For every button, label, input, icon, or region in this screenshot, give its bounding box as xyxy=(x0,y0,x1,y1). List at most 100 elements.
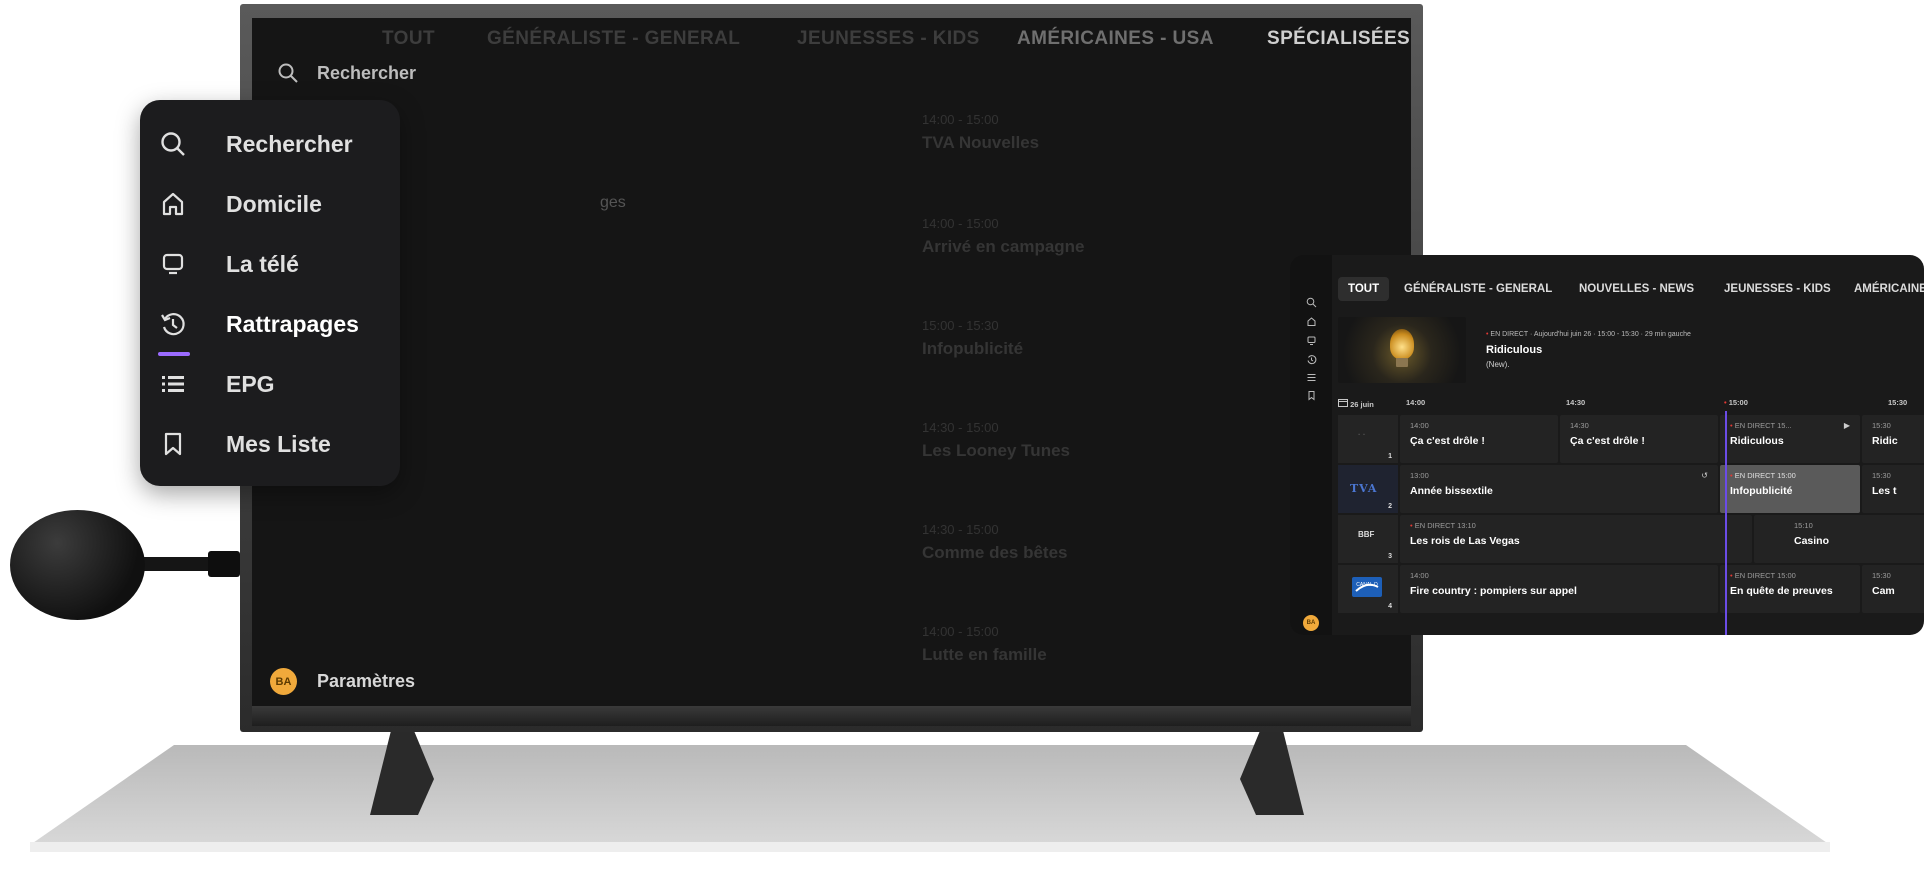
nav-item-epg[interactable]: EPG xyxy=(158,364,275,404)
tab-generaliste[interactable]: GÉNÉRALISTE - GENERAL xyxy=(487,28,740,50)
channel-logo-text: CANAL D xyxy=(1356,582,1378,588)
program-title: Les Looney Tunes xyxy=(922,441,1070,460)
program-title: Année bissextile xyxy=(1410,485,1493,497)
nav-label: Mes Liste xyxy=(226,430,331,457)
lightbulb-base xyxy=(1396,358,1408,367)
nav-label: Rechercher xyxy=(226,130,353,157)
channel-cell[interactable]: BBF 3 xyxy=(1338,515,1398,563)
program-time: • EN DIRECT 13:10 xyxy=(1410,521,1742,530)
program-time: 14:00 - 15:00 xyxy=(922,112,999,127)
program-cell-live[interactable]: • EN DIRECT 15... Ridiculous ▶ xyxy=(1720,415,1860,463)
channel-row: BBF 3 • EN DIRECT 13:10 Les rois de Las V… xyxy=(1338,515,1924,563)
epg-tab-americaine[interactable]: AMÉRICAINE xyxy=(1844,277,1924,301)
program-cell[interactable]: 14:00 Ça c'est drôle ! xyxy=(1400,415,1558,463)
program-row: 14:00 - 15:00 Lutte en famille xyxy=(922,624,1322,665)
timeline-tick: 14:00 xyxy=(1406,398,1426,407)
program-title: Ridic xyxy=(1872,435,1898,447)
program-title: Ça c'est drôle ! xyxy=(1570,435,1645,447)
channel-cell[interactable]: CANAL D 4 xyxy=(1338,565,1398,613)
list-icon[interactable] xyxy=(1290,370,1332,384)
program-cell[interactable]: 15:10 Casino xyxy=(1754,515,1924,563)
epg-tab-jeunesses[interactable]: JEUNESSES - KIDS xyxy=(1714,277,1841,301)
tab-americaines[interactable]: AMÉRICAINES - USA xyxy=(1017,28,1214,50)
search-icon xyxy=(158,129,188,159)
nav-item-domicile[interactable]: Domicile xyxy=(158,184,322,224)
home-icon[interactable] xyxy=(1290,314,1332,328)
hero-subtitle: (New). xyxy=(1486,360,1510,369)
program-cell-live[interactable]: • EN DIRECT 15:00 En quête de preuves xyxy=(1720,565,1860,613)
nav-item-rattrapages[interactable]: Rattrapages xyxy=(158,304,359,344)
channel-cell[interactable]: TVA 2 xyxy=(1338,465,1398,513)
current-time-indicator xyxy=(1725,411,1727,635)
channel-logo-tva: TVA xyxy=(1350,482,1378,495)
nav-label: Rattrapages xyxy=(226,310,359,337)
program-row: 14:00 - 15:00 TVA Nouvelles xyxy=(922,112,1322,153)
replay-icon[interactable]: ↺ xyxy=(1701,471,1708,480)
program-cell[interactable]: 14:00 Fire country : pompiers sur appel xyxy=(1400,565,1718,613)
hdmi-plug xyxy=(208,551,240,577)
program-title: TVA Nouvelles xyxy=(922,133,1040,152)
tv-icon[interactable] xyxy=(1290,333,1332,347)
nav-label: EPG xyxy=(226,370,275,397)
program-time: 13:00 xyxy=(1410,471,1429,480)
tv-bezel-bottom xyxy=(252,706,1411,726)
program-time: 14:00 - 15:00 xyxy=(922,624,999,639)
program-time-text: EN DIRECT 15:00 xyxy=(1734,571,1796,580)
program-cell[interactable]: 15:30 Cam xyxy=(1862,565,1924,613)
avatar: BA xyxy=(270,668,297,695)
nav-item-rechercher[interactable]: Rechercher xyxy=(158,124,353,164)
program-cell-selected[interactable]: • EN DIRECT 15:00 Infopublicité xyxy=(1720,465,1860,513)
tv-category-tabs: TOUT GÉNÉRALISTE - GENERAL JEUNESSES - K… xyxy=(252,18,1411,66)
program-cell[interactable]: 14:30 Ça c'est drôle ! xyxy=(1560,415,1718,463)
program-cell-live[interactable]: • EN DIRECT 13:10 Les rois de Las Vegas xyxy=(1400,515,1752,563)
program-time-text: EN DIRECT 15... xyxy=(1734,421,1792,430)
channel-number: 1 xyxy=(1388,453,1392,460)
channel-logo: · · xyxy=(1358,430,1366,439)
channel-number: 3 xyxy=(1388,553,1392,560)
program-time: 14:00 xyxy=(1410,571,1429,580)
tab-specialisees[interactable]: SPÉCIALISÉES xyxy=(1267,28,1410,50)
program-time: 14:30 xyxy=(1570,421,1589,430)
history-icon[interactable] xyxy=(1290,352,1332,366)
hero-title: Ridiculous xyxy=(1486,344,1543,356)
program-row: 15:00 - 15:30 Infopublicité xyxy=(922,318,1322,359)
nav-item-mes-liste[interactable]: Mes Liste xyxy=(158,424,331,464)
avatar[interactable]: BA xyxy=(1303,615,1319,631)
date-picker[interactable]: 26 juin xyxy=(1338,398,1374,409)
play-icon[interactable]: ▶ xyxy=(1844,421,1850,430)
program-title: Cam xyxy=(1872,585,1895,597)
channel-number: 4 xyxy=(1388,603,1392,610)
search-icon[interactable] xyxy=(1290,295,1332,309)
nav-label: Domicile xyxy=(226,190,322,217)
bookmark-icon[interactable] xyxy=(1290,388,1332,402)
program-cell[interactable]: 15:30 Les t xyxy=(1862,465,1924,513)
channel-cell[interactable]: · · 1 xyxy=(1338,415,1398,463)
epg-tab-tout[interactable]: TOUT xyxy=(1338,277,1390,301)
hero-meta-text: Aujourd'hui juin 26 · 15:00 - 15:30 · 29… xyxy=(1533,331,1691,338)
tv-icon xyxy=(158,249,188,279)
program-title: Casino xyxy=(1794,535,1830,547)
program-time: • EN DIRECT 15... xyxy=(1730,421,1850,430)
featured-program[interactable]: • EN DIRECT · Aujourd'hui juin 26 · 15:0… xyxy=(1338,317,1924,383)
timeline-tick: 15:30 xyxy=(1888,398,1908,407)
channel-row: CANAL D 4 14:00 Fire country : pompiers s… xyxy=(1338,565,1924,613)
epg-tab-generaliste[interactable]: GÉNÉRALISTE - GENERAL xyxy=(1394,277,1562,301)
program-cell[interactable]: 13:00 Année bissextile ↺ xyxy=(1400,465,1718,513)
tv-search[interactable]: Rechercher xyxy=(277,62,416,84)
program-row: 14:00 - 15:00 Arrivé en campagne xyxy=(922,216,1322,257)
program-title: Comme des bêtes xyxy=(922,543,1068,562)
nav-item-la-tele[interactable]: La télé xyxy=(158,244,299,284)
settings-button[interactable]: BA Paramètres xyxy=(270,668,415,695)
channel-row: TVA 2 13:00 Année bissextile ↺ • EN DIRECT… xyxy=(1338,465,1924,513)
settings-label: Paramètres xyxy=(317,671,416,691)
program-cell[interactable]: 15:30 Ridic xyxy=(1862,415,1924,463)
program-title: Infopublicité xyxy=(1730,485,1793,497)
tv-screen: TOUT GÉNÉRALISTE - GENERAL JEUNESSES - K… xyxy=(252,18,1411,706)
tab-tout[interactable]: TOUT xyxy=(382,28,435,50)
epg-timeline: 26 juin 14:00 14:30 • 15:00 15:30 xyxy=(1338,395,1924,411)
program-title: Arrivé en campagne xyxy=(922,237,1085,256)
tab-jeunesses[interactable]: JEUNESSES - KIDS xyxy=(797,28,980,50)
tv-search-label: Rechercher xyxy=(317,62,417,83)
program-title: Lutte en famille xyxy=(922,645,1047,664)
epg-tab-nouvelles[interactable]: NOUVELLES - NEWS xyxy=(1569,277,1704,301)
